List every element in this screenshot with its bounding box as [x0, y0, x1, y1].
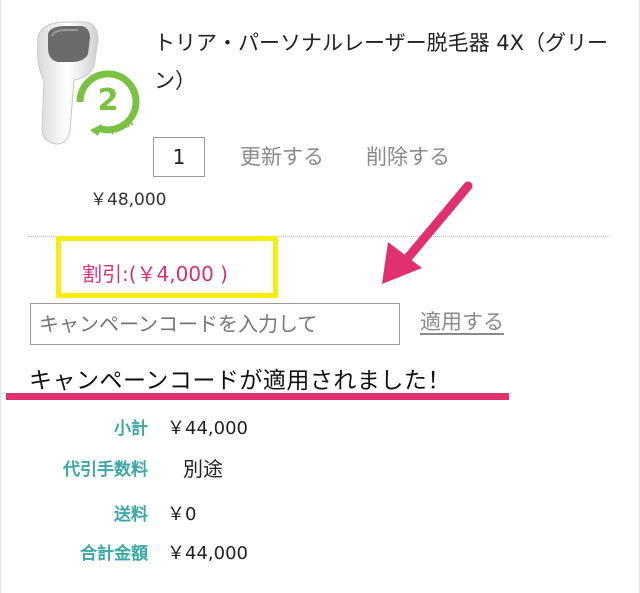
summary-label: 送料 [114, 505, 148, 525]
product-image: 2 YEAR [37, 21, 140, 145]
apply-coupon-button[interactable]: 適用する [420, 306, 504, 336]
summary-label: 小計 [114, 419, 148, 439]
summary-label: 代引手数料 [63, 460, 148, 480]
product-name[interactable]: トリア・パーソナルレーザー脱毛器 4X（グリーン） [154, 24, 624, 100]
discount-amount: 割引:(￥4,000 ) [82, 262, 228, 286]
product-price: ￥48,000 [90, 190, 167, 210]
quantity-input[interactable]: 1 [153, 137, 205, 177]
badge-number: 2 [98, 83, 119, 118]
summary-value: ￥44,000 [167, 543, 248, 564]
coupon-success-message: キャンペーンコードが適用されました！ [29, 368, 451, 394]
update-button[interactable]: 更新する [240, 141, 324, 171]
summary-label: 合計金額 [80, 544, 148, 564]
summary-value: 別途 [183, 457, 223, 481]
annotation-arrow-icon [382, 181, 473, 284]
summary-value: ￥0 [167, 504, 197, 525]
summary-value: ￥44,000 [167, 418, 248, 439]
coupon-code-input[interactable] [30, 303, 400, 345]
annotation-underline [6, 393, 509, 400]
delete-button[interactable]: 削除する [366, 141, 450, 171]
